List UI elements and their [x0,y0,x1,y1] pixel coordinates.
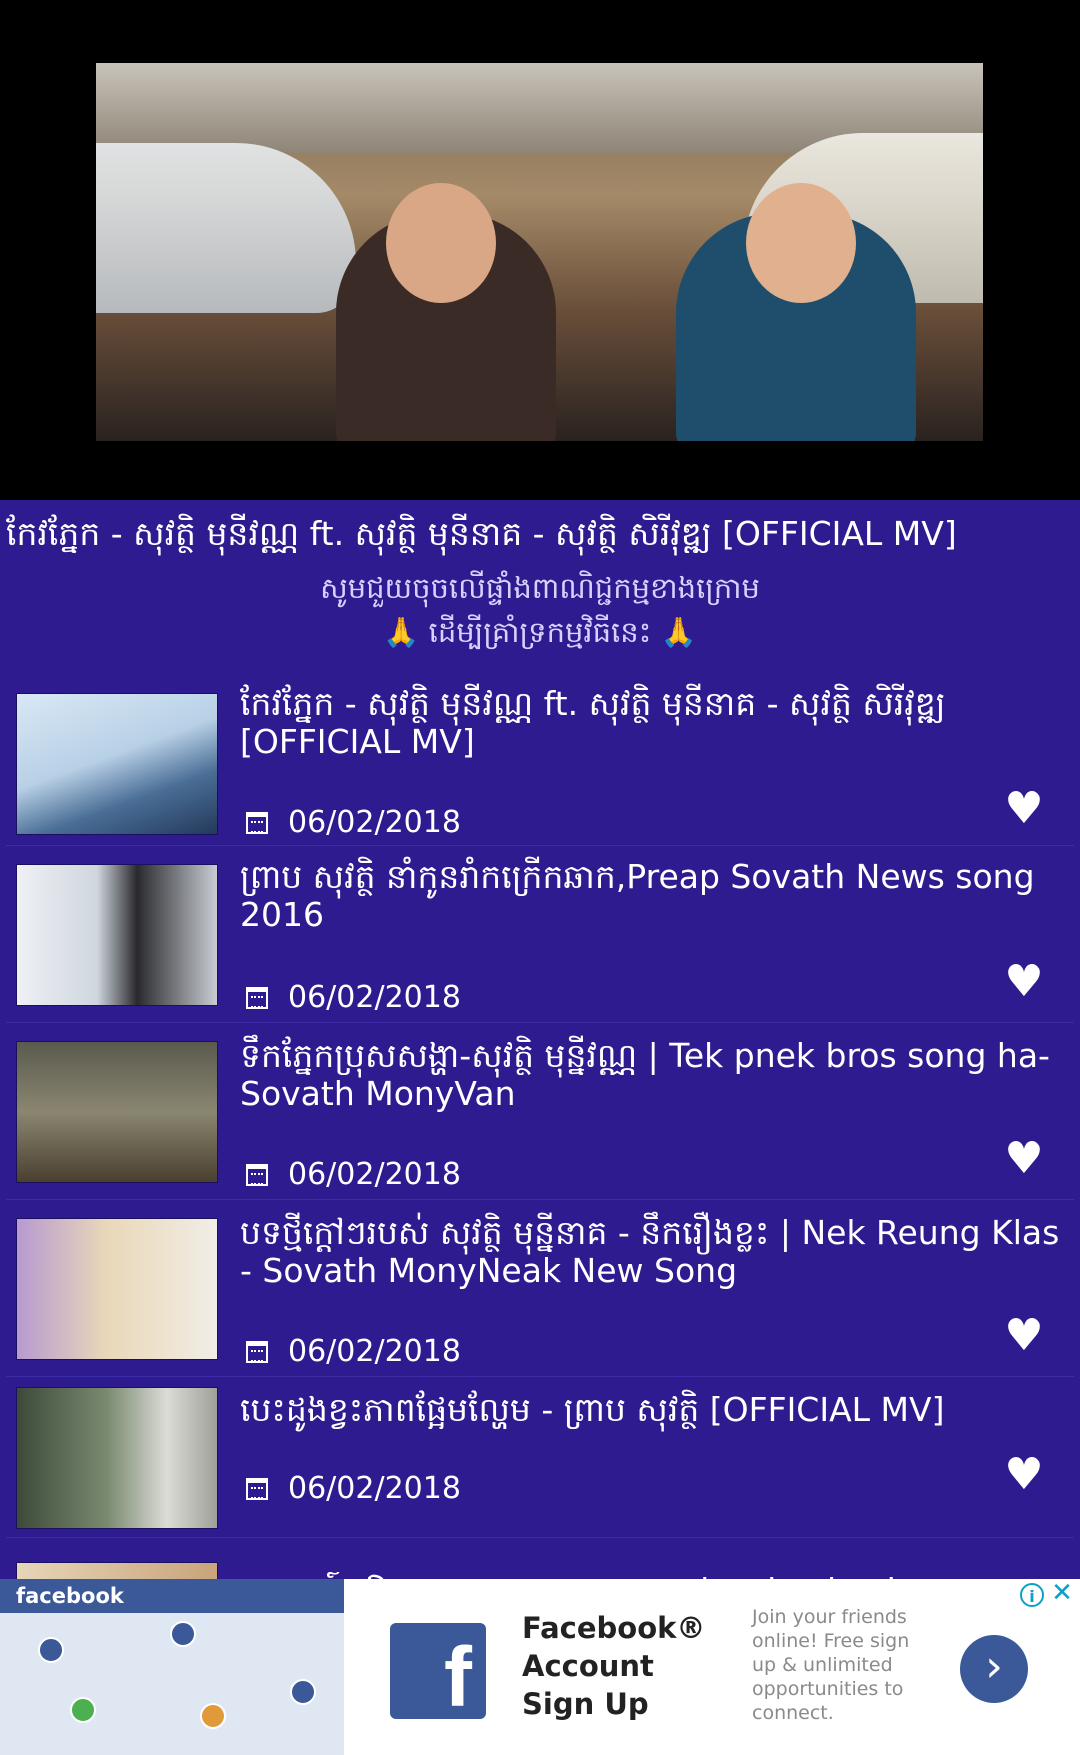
ad-cta-chevron-icon[interactable]: › [960,1635,1028,1703]
video-list: កែវភ្នែក - សុវត្ថិ មុនីវណ្ណ ft. សុវត្ថិ … [0,675,1080,1704]
video-date: 06/02/2018 [288,1334,461,1369]
video-scene-face-left [386,183,496,303]
favorite-heart-icon[interactable]: ♥ [1002,1453,1046,1497]
favorite-heart-icon[interactable]: ♥ [1002,787,1046,831]
calendar-icon [246,1478,268,1500]
now-playing-title: កែវភ្នែក - សុវត្ថិ មុនីវណ្ណ ft. សុវត្ថិ … [6,514,957,553]
video-thumbnail[interactable] [16,1218,218,1360]
support-line-2: ដើម្បីគ្រាំទ្រកម្មវិធីនេះ [428,615,652,649]
calendar-icon [246,987,268,1009]
ad-user-dot [200,1703,226,1729]
ad-headline[interactable]: Facebook® Account Sign Up [522,1609,732,1723]
video-title[interactable]: បេះដូងខ្វះភាពផ្អែមល្ហែម - ព្រាប សុវត្ថិ … [240,1391,1060,1429]
ad-world-map [0,1613,344,1755]
video-thumbnail[interactable] [16,1387,218,1529]
ad-close-icon[interactable]: ✕ [1048,1579,1076,1607]
list-item[interactable]: កែវភ្នែក - សុវត្ថិ មុនីវណ្ណ ft. សុវត្ថិ … [6,675,1074,846]
video-title[interactable]: ទឹកភ្នែកប្រុសសង្ហា-សុវត្ថិ មុន្នីវណ្ណ | … [240,1037,1060,1113]
video-date-row: 06/02/2018 [246,1334,461,1370]
ad-user-dot [170,1621,196,1647]
favorite-heart-icon[interactable]: ♥ [1002,1314,1046,1358]
video-date: 06/02/2018 [288,1471,461,1506]
calendar-icon [246,1341,268,1363]
ad-image[interactable]: facebook [0,1579,344,1755]
video-date-row: 06/02/2018 [246,1471,461,1507]
favorite-heart-icon[interactable]: ♥ [1002,960,1046,1004]
video-thumbnail[interactable] [16,864,218,1006]
calendar-icon [246,812,268,834]
list-item[interactable]: បទថ្មីក្ដៅៗរបស់ សុវត្ថិ មុន្នីនាគ - នឹករ… [6,1200,1074,1377]
support-line-1: សូមជួយចុចលើផ្ទាំងពាណិជ្ជកម្មខាងក្រោម [320,571,760,605]
ad-user-dot [38,1637,64,1663]
ad-image-brand-bar: facebook [0,1579,344,1613]
support-line-2-row: 🙏 ដើម្បីគ្រាំទ្រកម្មវិធីនេះ 🙏 [0,610,1080,654]
video-date: 06/02/2018 [288,1157,461,1192]
video-thumbnail[interactable] [16,693,218,835]
video-player[interactable] [0,0,1080,500]
video-date: 06/02/2018 [288,805,461,840]
list-item[interactable]: ទឹកភ្នែកប្រុសសង្ហា-សុវត្ថិ មុន្នីវណ្ណ | … [6,1023,1074,1200]
facebook-logo-icon[interactable]: f [390,1623,486,1724]
ad-body-text: Join your friends online! Free sign up &… [752,1606,910,1724]
favorite-heart-icon[interactable]: ♥ [1002,1137,1046,1181]
video-thumbnail[interactable] [16,1041,218,1183]
ad-user-dot [290,1679,316,1705]
video-scene-window-left [96,143,356,313]
pray-hands-icon: 🙏 [383,615,420,649]
ad-user-dot [70,1697,96,1723]
list-item[interactable]: ព្រាប សុវត្ថិ នាំកូនរាំកក្រើកឆាក,Preap S… [6,846,1074,1023]
video-title[interactable]: បទថ្មីក្ដៅៗរបស់ សុវត្ថិ មុន្នីនាគ - នឹករ… [240,1214,1060,1290]
video-date-row: 06/02/2018 [246,980,461,1016]
support-message: សូមជួយចុចលើផ្ទាំងពាណិជ្ជកម្មខាងក្រោម 🙏 ដ… [0,566,1080,654]
video-title[interactable]: កែវភ្នែក - សុវត្ថិ មុនីវណ្ណ ft. សុវត្ថិ … [240,685,1060,761]
video-title[interactable]: ព្រាប សុវត្ថិ នាំកូនរាំកក្រើកឆាក,Preap S… [240,858,1060,934]
ad-banner[interactable]: facebook f Facebook® Account Sign Up Joi… [0,1579,1080,1755]
video-date-row: 06/02/2018 [246,805,461,841]
list-item[interactable]: បេះដូងខ្វះភាពផ្អែមល្ហែម - ព្រាប សុវត្ថិ … [6,1377,1074,1538]
calendar-icon [246,1164,268,1186]
video-date: 06/02/2018 [288,980,461,1015]
pray-hands-icon: 🙏 [660,615,697,649]
video-frame[interactable] [96,63,983,441]
video-scene-face-right [746,183,856,303]
video-date-row: 06/02/2018 [246,1157,461,1193]
ad-info-icon[interactable]: i [1020,1583,1044,1607]
